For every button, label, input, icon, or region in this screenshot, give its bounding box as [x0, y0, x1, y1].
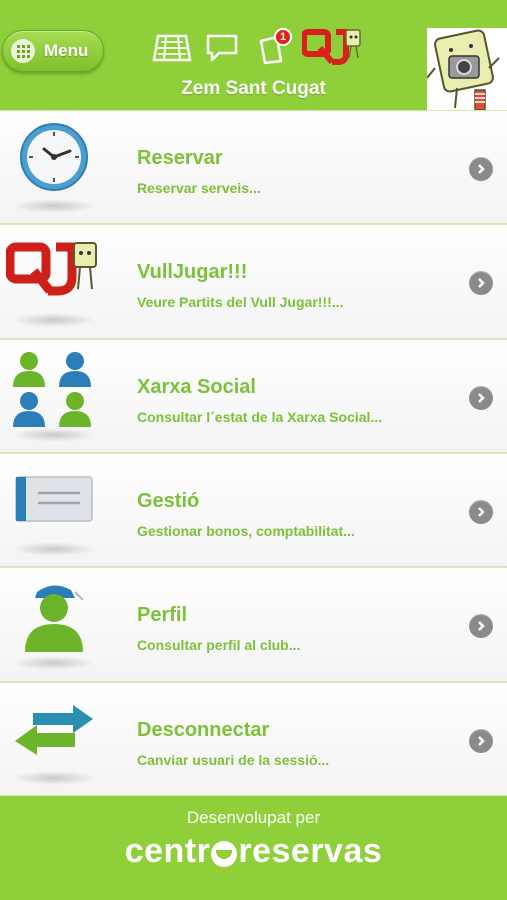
chevron-right-icon	[469, 271, 493, 296]
menu-item-xarxa-social[interactable]: Xarxa Social Consultar l´estat de la Xar…	[0, 338, 507, 453]
swap-arrows-icon	[6, 691, 102, 787]
vulljugar-logo-icon	[6, 233, 102, 329]
chevron-right-icon	[469, 157, 493, 181]
item-title: Gestió	[137, 489, 200, 512]
grid-icon	[11, 39, 35, 63]
menu-item-perfil[interactable]: Perfil Consultar perfil al club...	[0, 567, 507, 682]
item-title: Xarxa Social	[137, 375, 256, 398]
item-title: Reservar	[137, 147, 223, 169]
chevron-right-icon	[469, 385, 493, 410]
item-subtitle: Reservar serveis...	[137, 180, 261, 196]
card-icon	[6, 462, 102, 558]
notification-badge: 1	[274, 28, 292, 46]
developed-by-label: Desenvolupat per	[186, 808, 321, 827]
main-menu-list: Reservar Reservar serveis... VullJugar!!…	[0, 110, 507, 796]
item-title: Desconnectar	[137, 718, 270, 741]
clock-icon	[6, 119, 102, 215]
item-subtitle: Consultar perfil al club...	[137, 637, 301, 654]
app-footer: Desenvolupat per centr reservas	[0, 796, 507, 900]
item-title: Perfil	[137, 604, 188, 627]
chat-bubble-icon[interactable]	[202, 30, 242, 66]
chevron-right-icon	[469, 728, 493, 753]
menu-button[interactable]: Menu	[2, 30, 104, 72]
menu-item-gestio[interactable]: Gestió Gestionar bonos, comptabilitat...	[0, 452, 507, 568]
menu-item-vulljugar[interactable]: VullJugar!!! Veure Partits del Vull Juga…	[0, 224, 507, 339]
vulljugar-logo-icon[interactable]	[302, 29, 364, 66]
centroreservas-logo[interactable]: centr reservas	[125, 832, 383, 871]
menu-label: Menu	[44, 41, 89, 60]
item-title: VullJugar!!!	[137, 261, 248, 284]
brand-left: centr	[124, 832, 211, 870]
brand-right: reservas	[238, 832, 383, 870]
item-subtitle: Veure Partits del Vull Jugar!!!...	[137, 294, 344, 311]
item-subtitle: Consultar l´estat de la Xarxa Social...	[137, 408, 383, 425]
chevron-right-icon	[469, 614, 493, 639]
app-header: Menu 1 Zem Sant Cugat	[0, 0, 507, 110]
menu-item-reservar[interactable]: Reservar Reservar serveis...	[0, 110, 507, 225]
people-group-icon	[6, 348, 102, 444]
item-subtitle: Canviar usuari de la sessió...	[137, 751, 330, 768]
notifications-icon[interactable]: 1	[252, 28, 292, 66]
header-icons: 1	[152, 28, 364, 68]
item-subtitle: Gestionar bonos, comptabilitat...	[137, 522, 355, 539]
court-icon[interactable]	[152, 30, 192, 66]
user-avatar[interactable]	[427, 28, 507, 110]
tennis-ball-icon	[211, 840, 238, 867]
chevron-right-icon	[469, 499, 493, 524]
menu-item-desconnectar[interactable]: Desconnectar Canviar usuari de la sessió…	[0, 681, 507, 796]
user-profile-icon	[6, 576, 102, 672]
